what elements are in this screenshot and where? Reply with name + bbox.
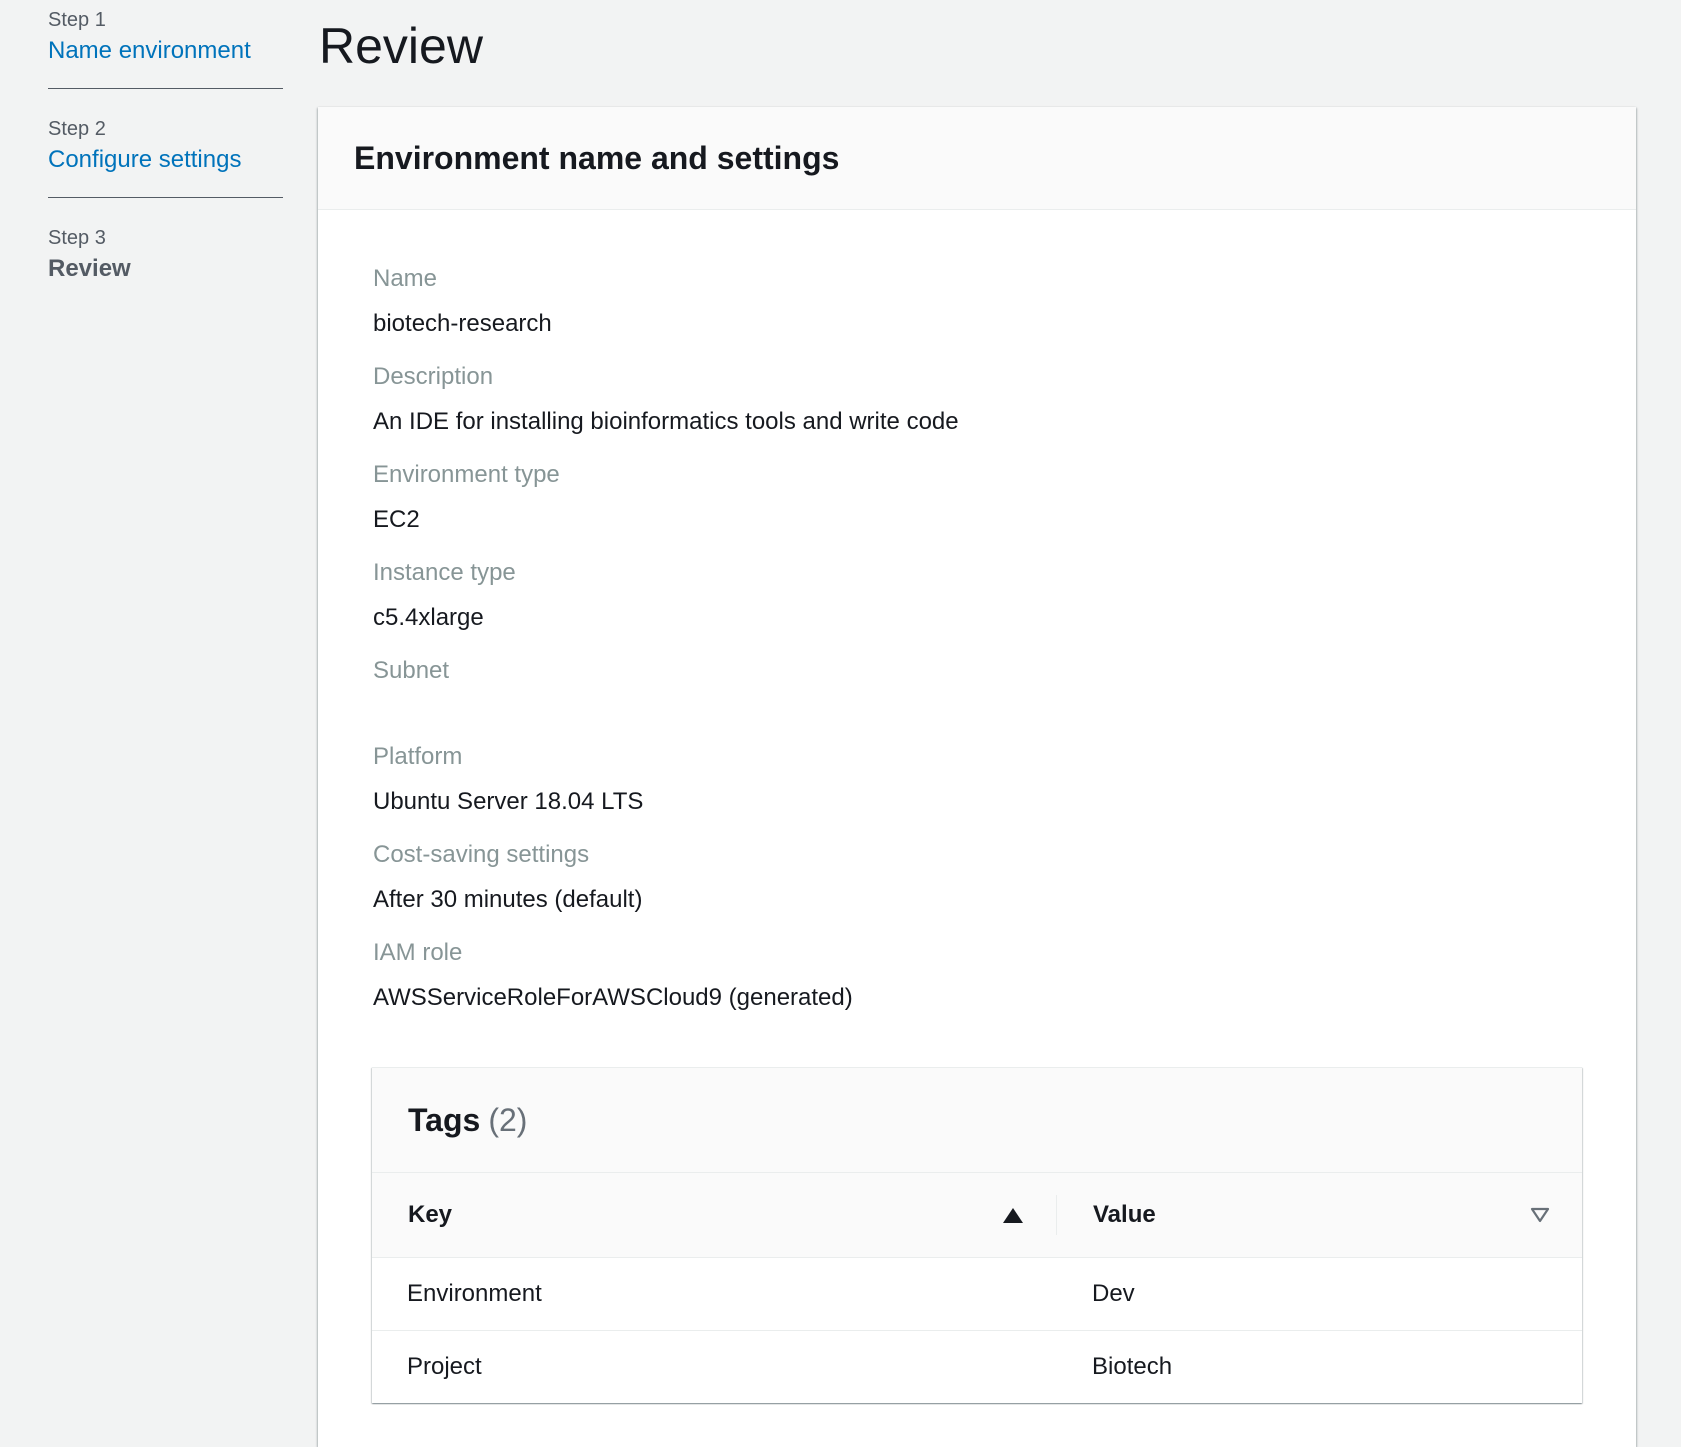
field-value	[373, 698, 1473, 722]
page-title: Review	[319, 18, 483, 74]
field-environment-type: Environment type EC2	[373, 458, 1473, 538]
field-name: Name biotech-research	[373, 262, 1473, 342]
wizard-step-3: Step 3 Review	[48, 218, 283, 306]
field-label: Name	[373, 265, 438, 292]
column-header-value[interactable]: Value	[1057, 1173, 1582, 1258]
field-label: Instance type	[373, 559, 516, 586]
wizard-step-1: Step 1 Name environment	[48, 0, 283, 89]
step-number: Step 2	[48, 118, 106, 140]
wizard-navigation: Step 1 Name environment Step 2 Configure…	[48, 0, 283, 326]
tags-table: Key Value Environment Dev Project Biotec…	[372, 1173, 1582, 1403]
column-header-label: Value	[1093, 1201, 1156, 1228]
tags-count: (2)	[488, 1101, 528, 1138]
column-header-key[interactable]: Key	[372, 1173, 1057, 1258]
field-label: Cost-saving settings	[373, 841, 590, 868]
sort-ascending-icon	[1003, 1207, 1023, 1223]
column-header-label: Key	[408, 1201, 453, 1228]
field-label: Description	[373, 363, 494, 390]
field-value: After 30 minutes (default)	[373, 886, 643, 913]
field-iam-role: IAM role AWSServiceRoleForAWSCloud9 (gen…	[373, 936, 1473, 1016]
tags-container: Tags (2) Key Value Environment Dev Proje…	[372, 1067, 1582, 1403]
step-link-name-environment[interactable]: Name environment	[48, 34, 251, 68]
field-label: IAM role	[373, 939, 463, 966]
tag-key-cell: Environment	[372, 1257, 1057, 1331]
table-row: Project Biotech	[372, 1331, 1582, 1404]
field-value: EC2	[373, 506, 420, 533]
sort-descending-outline-icon	[1530, 1207, 1550, 1223]
step-current-review: Review	[48, 255, 131, 282]
panel-title: Environment name and settings	[354, 139, 840, 176]
field-subnet: Subnet	[373, 654, 1473, 722]
field-cost-saving-settings: Cost-saving settings After 30 minutes (d…	[373, 838, 1473, 918]
field-value: biotech-research	[373, 310, 552, 337]
field-description: Description An IDE for installing bioinf…	[373, 360, 1473, 440]
field-label: Subnet	[373, 657, 450, 684]
table-row: Environment Dev	[372, 1257, 1582, 1331]
tag-value-cell: Dev	[1057, 1257, 1582, 1331]
tags-header: Tags (2)	[372, 1068, 1582, 1173]
field-platform: Platform Ubuntu Server 18.04 LTS	[373, 740, 1473, 820]
field-value: Ubuntu Server 18.04 LTS	[373, 788, 644, 815]
wizard-step-2: Step 2 Configure settings	[48, 109, 283, 198]
tags-table-header-row: Key Value	[372, 1173, 1582, 1258]
step-link-configure-settings[interactable]: Configure settings	[48, 143, 241, 177]
step-number: Step 3	[48, 227, 106, 249]
field-value: c5.4xlarge	[373, 604, 484, 631]
field-label: Environment type	[373, 461, 560, 488]
step-number: Step 1	[48, 9, 106, 31]
panel-header: Environment name and settings	[318, 107, 1636, 210]
tags-title: Tags	[408, 1101, 481, 1138]
field-instance-type: Instance type c5.4xlarge	[373, 556, 1473, 636]
tag-key-cell: Project	[407, 1353, 482, 1380]
field-label: Platform	[373, 743, 463, 770]
field-value: An IDE for installing bioinformatics too…	[373, 408, 959, 435]
environment-settings-panel: Environment name and settings Name biote…	[318, 107, 1636, 1447]
settings-details: Name biotech-research Description An IDE…	[373, 262, 1473, 1034]
field-value: AWSServiceRoleForAWSCloud9 (generated)	[373, 984, 853, 1011]
tag-value-cell: Biotech	[1092, 1353, 1173, 1380]
